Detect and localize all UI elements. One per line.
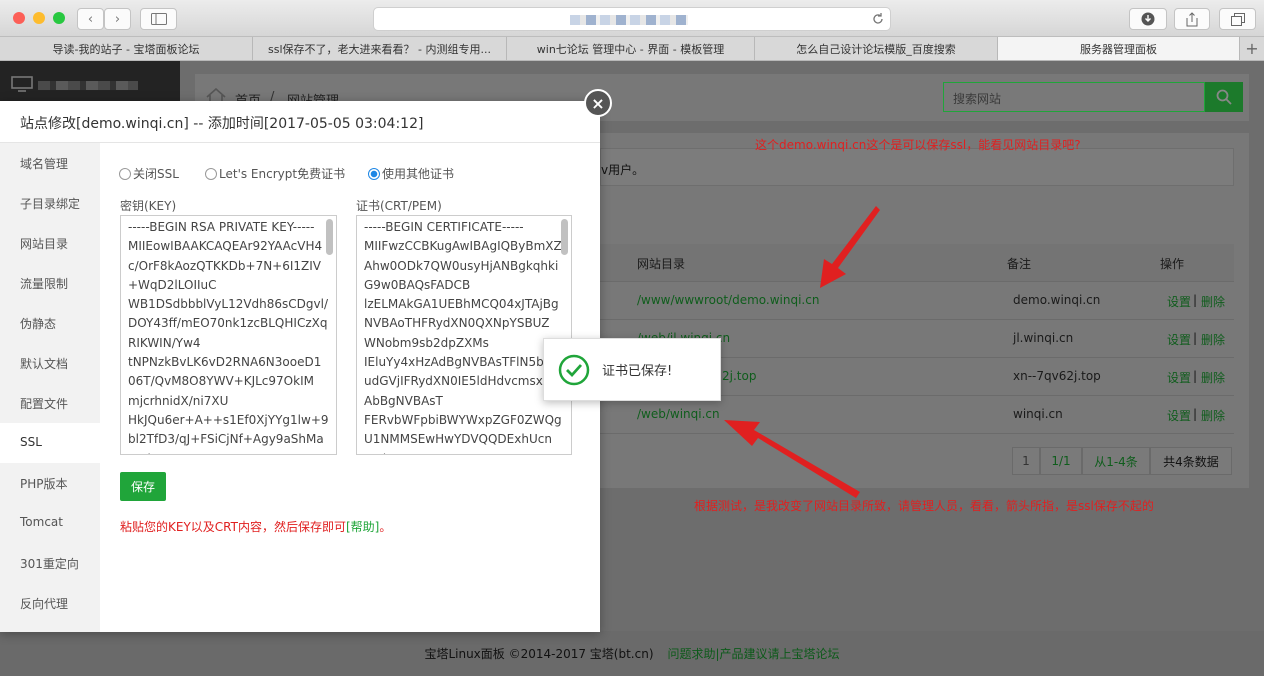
radio-circle-icon	[119, 167, 131, 180]
header-ops: 操作	[1160, 257, 1185, 271]
new-tab-button[interactable]: +	[1240, 37, 1264, 60]
close-window-button[interactable]	[13, 12, 25, 24]
check-circle-icon	[558, 354, 590, 385]
zoom-window-button[interactable]	[53, 12, 65, 24]
pager-pages: 1/1	[1040, 447, 1082, 475]
dialog-tab-redirect[interactable]: 301重定向	[0, 543, 100, 583]
site-search-input[interactable]: 搜索网站	[943, 82, 1205, 112]
browser-tab-strip: 导读-我的站子 - 宝塔面板论坛 ssl保存不了，老大进来看看？ - 内测组专用…	[0, 37, 1264, 61]
success-toast: 证书已保存!	[543, 338, 721, 401]
pager-range: 从1-4条	[1082, 447, 1150, 475]
sidebar-icon	[150, 13, 167, 25]
annotation-bottom: 根据测试，是我改变了网站目录所致，请管理人员，看看，箭头所指，是ssl保存不起的	[694, 499, 1154, 513]
footer-copyright: 宝塔Linux面板 ©2014-2017 宝塔(bt.cn)	[424, 647, 654, 661]
close-icon: ×	[591, 93, 605, 113]
downloads-button[interactable]	[1129, 8, 1167, 30]
crt-textarea[interactable]: -----BEGIN CERTIFICATE----- MIIFwzCCBKug…	[356, 215, 572, 455]
notice-text: v用户。	[601, 163, 645, 177]
dialog-tab-proxy[interactable]: 反向代理	[0, 583, 100, 623]
dialog-tab-config[interactable]: 配置文件	[0, 383, 100, 423]
dialog-tab-tomcat[interactable]: Tomcat	[0, 503, 100, 543]
chevron-left-icon: ‹	[87, 11, 94, 27]
browser-tab[interactable]: 怎么自己设计论坛模版_百度搜索	[755, 37, 998, 60]
minimize-window-button[interactable]	[33, 12, 45, 24]
radio-other-cert[interactable]: 使用其他证书	[368, 165, 454, 182]
site-delete-link[interactable]: 删除	[1201, 407, 1225, 424]
chevron-right-icon: ›	[114, 11, 121, 27]
site-dir-link[interactable]: /web/winqi.cn	[637, 407, 720, 421]
notice-box: v用户。	[600, 148, 1234, 186]
toast-message: 证书已保存!	[602, 364, 673, 379]
page-footer: 宝塔Linux面板 ©2014-2017 宝塔(bt.cn) 问题求助|产品建议…	[0, 631, 1264, 676]
sidebar-toggle-button[interactable]	[140, 8, 177, 30]
table-row: /web/winqi.cn winqi.cn 设置 | 删除	[600, 396, 1234, 434]
scrollbar-thumb[interactable]	[326, 219, 333, 255]
site-settings-link[interactable]: 设置	[1167, 293, 1191, 310]
site-note: jl.winqi.cn	[1013, 331, 1074, 345]
key-label: 密钥(KEY)	[120, 199, 177, 213]
key-textarea[interactable]: -----BEGIN RSA PRIVATE KEY----- MIIEowIB…	[120, 215, 337, 455]
table-header-row: 网站目录 备注 操作	[600, 244, 1234, 282]
radio-letsencrypt[interactable]: Let's Encrypt免费证书	[205, 165, 345, 182]
browser-tab-active[interactable]: 服务器管理面板	[998, 37, 1240, 60]
footer-forum-link[interactable]: 问题求助|产品建议请上宝塔论坛	[668, 645, 840, 662]
dialog-tab-php[interactable]: PHP版本	[0, 463, 100, 503]
tabs-icon	[1230, 12, 1245, 26]
table-row: /www/wwwroot/demo.winqi.cn demo.winqi.cn…	[600, 282, 1234, 320]
pager-total: 共4条数据	[1150, 447, 1232, 475]
url-redacted-block	[570, 15, 688, 25]
share-icon	[1186, 11, 1198, 26]
browser-tab[interactable]: win七论坛 管理中心 - 界面 - 模板管理	[507, 37, 755, 60]
ssl-hint: 粘贴您的KEY以及CRT内容，然后保存即可[帮助]。	[120, 520, 392, 534]
scrollbar-thumb[interactable]	[561, 219, 568, 255]
site-delete-link[interactable]: 删除	[1201, 293, 1225, 310]
pager-first[interactable]: 1	[1012, 447, 1040, 475]
site-search-button[interactable]	[1205, 82, 1243, 112]
site-settings-link[interactable]: 设置	[1167, 331, 1191, 348]
browser-tab[interactable]: 导读-我的站子 - 宝塔面板论坛	[0, 37, 253, 60]
header-dir: 网站目录	[637, 257, 686, 271]
site-dir-link[interactable]: /www/wwwroot/demo.winqi.cn	[637, 293, 819, 307]
radio-checked-icon	[368, 167, 380, 180]
download-icon	[1141, 12, 1155, 26]
dialog-tab-ssl[interactable]: SSL	[0, 423, 100, 463]
address-bar[interactable]	[373, 7, 891, 31]
site-note: demo.winqi.cn	[1013, 293, 1101, 307]
monitor-icon	[11, 76, 33, 92]
crt-label: 证书(CRT/PEM)	[356, 199, 442, 213]
search-icon	[1216, 89, 1232, 105]
dialog-tab-domain[interactable]: 域名管理	[0, 143, 100, 183]
share-button[interactable]	[1174, 8, 1210, 30]
dialog-tab-default-doc[interactable]: 默认文档	[0, 343, 100, 383]
dialog-tab-subdir[interactable]: 子目录绑定	[0, 183, 100, 223]
radio-ssl-off[interactable]: 关闭SSL	[119, 165, 179, 182]
site-delete-link[interactable]: 删除	[1201, 331, 1225, 348]
dialog-sidebar: 域名管理 子目录绑定 网站目录 流量限制 伪静态 默认文档 配置文件 SSL P…	[0, 143, 100, 632]
site-delete-link[interactable]: 删除	[1201, 369, 1225, 386]
reload-icon[interactable]	[871, 12, 885, 26]
dialog-tab-traffic[interactable]: 流量限制	[0, 263, 100, 303]
site-note: winqi.cn	[1013, 407, 1063, 421]
dialog-title: 站点修改[demo.winqi.cn] -- 添加时间[2017-05-05 0…	[0, 101, 600, 143]
site-dir-link[interactable]: 2j.top	[722, 369, 756, 383]
save-button[interactable]: 保存	[120, 472, 166, 501]
radio-circle-icon	[205, 167, 217, 180]
server-ip-redacted	[38, 81, 138, 90]
dialog-tab-sitedir[interactable]: 网站目录	[0, 223, 100, 263]
dialog-tab-rewrite[interactable]: 伪静态	[0, 303, 100, 343]
site-settings-link[interactable]: 设置	[1167, 369, 1191, 386]
site-note: xn--7qv62j.top	[1013, 369, 1101, 383]
header-note: 备注	[1007, 257, 1032, 271]
forward-button[interactable]: ›	[104, 8, 131, 30]
dialog-close-button[interactable]: ×	[584, 89, 612, 117]
back-button[interactable]: ‹	[77, 8, 104, 30]
tab-overview-button[interactable]	[1219, 8, 1256, 30]
browser-titlebar: ‹ ›	[0, 0, 1264, 37]
annotation-top: 这个demo.winqi.cn这个是可以保存ssl，能看见网站目录吧?	[755, 138, 1081, 152]
browser-tab[interactable]: ssl保存不了，老大进来看看？ - 内测组专用...	[253, 37, 507, 60]
site-settings-link[interactable]: 设置	[1167, 407, 1191, 424]
help-link[interactable]: [帮助]	[346, 520, 379, 534]
